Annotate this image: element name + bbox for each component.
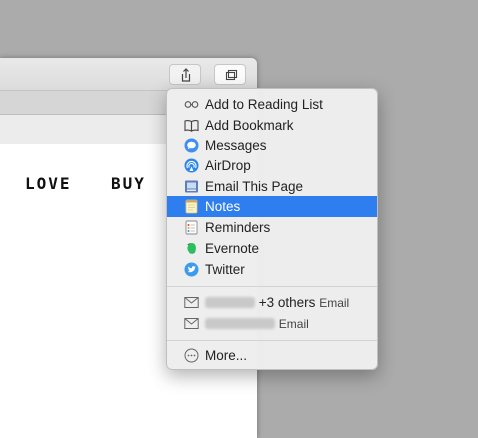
reading-list-icon [184, 97, 199, 112]
menu-item-twitter[interactable]: Twitter [167, 259, 377, 280]
menu-separator [167, 340, 377, 341]
redacted-name [205, 317, 275, 329]
menu-item-label: Reminders [205, 220, 271, 235]
twitter-icon [184, 262, 199, 277]
envelope-icon [184, 316, 199, 331]
menu-item-reminders[interactable]: Reminders [167, 217, 377, 238]
recent-type: Email [278, 317, 309, 331]
tab-overview-icon [225, 69, 238, 81]
menu-item-more[interactable]: More... [167, 345, 377, 366]
menu-item-label: Email This Page [205, 179, 304, 194]
menu-item-label: Add Bookmark [205, 118, 294, 133]
menu-item-evernote[interactable]: Evernote [167, 238, 377, 259]
menu-item-label: Add to Reading List [205, 97, 323, 112]
menu-item-label: Email [205, 316, 309, 331]
menu-item-notes[interactable]: Notes [167, 196, 377, 217]
menu-item-label: Twitter [205, 262, 245, 277]
menu-item-airdrop[interactable]: AirDrop [167, 155, 377, 176]
more-icon [184, 348, 199, 363]
menu-item-add-bookmark[interactable]: Add Bookmark [167, 115, 377, 136]
recent-type: Email [319, 296, 350, 310]
tab-overview-button[interactable] [214, 64, 246, 85]
envelope-icon [184, 295, 199, 310]
menu-item-label: Evernote [205, 241, 260, 256]
share-button[interactable] [169, 64, 201, 85]
menu-item-recent-email-2[interactable]: Email [167, 313, 377, 334]
recent-others: +3 others [258, 295, 316, 310]
menu-item-label: Notes [205, 199, 241, 214]
menu-item-label: AirDrop [205, 158, 251, 173]
nav-buy-link[interactable]: BUY [111, 174, 146, 193]
messages-icon [184, 138, 199, 153]
notes-icon [184, 199, 199, 214]
share-icon [181, 68, 191, 82]
menu-item-recent-email-1[interactable]: +3 others Email [167, 292, 377, 313]
email-page-icon [184, 179, 199, 194]
menu-item-add-to-reading-list[interactable]: Add to Reading List [167, 94, 377, 115]
evernote-icon [184, 241, 199, 256]
menu-item-messages[interactable]: Messages [167, 135, 377, 156]
browser-toolbar [0, 58, 257, 91]
nav-love-link[interactable]: LOVE [25, 174, 72, 193]
menu-item-email-this-page[interactable]: Email This Page [167, 176, 377, 197]
menu-item-label: +3 others Email [205, 295, 349, 310]
menu-item-label: Messages [205, 138, 267, 153]
reminders-icon [184, 220, 199, 235]
menu-item-label: More... [205, 348, 248, 363]
share-menu: Add to Reading List Add Bookmark Message… [166, 88, 378, 370]
menu-separator [167, 286, 377, 287]
redacted-name [205, 296, 255, 308]
bookmark-icon [184, 118, 199, 133]
airdrop-icon [184, 158, 199, 173]
